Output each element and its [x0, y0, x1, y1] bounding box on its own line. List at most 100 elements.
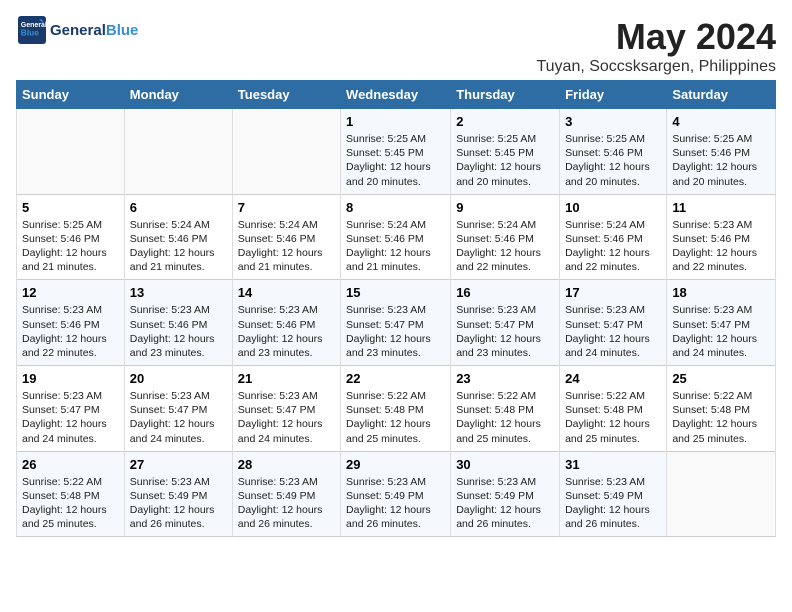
- calendar-cell: 1 Sunrise: 5:25 AMSunset: 5:45 PMDaylight…: [341, 109, 451, 195]
- cell-info: Sunrise: 5:23 AMSunset: 5:49 PMDaylight:…: [456, 475, 554, 532]
- cell-info: Sunrise: 5:25 AMSunset: 5:46 PMDaylight:…: [22, 218, 119, 275]
- weekday-header-sunday: Sunday: [17, 81, 125, 109]
- calendar-cell: 10 Sunrise: 5:24 AMSunset: 5:46 PMDayligh…: [560, 194, 667, 280]
- day-number: 20: [130, 371, 227, 386]
- calendar-cell: 9 Sunrise: 5:24 AMSunset: 5:46 PMDaylight…: [451, 194, 560, 280]
- day-number: 5: [22, 200, 119, 215]
- day-number: 27: [130, 457, 227, 472]
- calendar-cell: 25 Sunrise: 5:22 AMSunset: 5:48 PMDayligh…: [667, 366, 776, 452]
- calendar-cell: 26 Sunrise: 5:22 AMSunset: 5:48 PMDayligh…: [17, 451, 125, 537]
- calendar-cell: [232, 109, 340, 195]
- cell-info: Sunrise: 5:22 AMSunset: 5:48 PMDaylight:…: [22, 475, 119, 532]
- calendar-cell: 19 Sunrise: 5:23 AMSunset: 5:47 PMDayligh…: [17, 366, 125, 452]
- calendar-cell: 17Sunrise: 5:23 AMSunset: 5:47 PMDayligh…: [560, 280, 667, 366]
- day-number: 14: [238, 285, 335, 300]
- calendar-cell: 28Sunrise: 5:23 AMSunset: 5:49 PMDayligh…: [232, 451, 340, 537]
- day-number: 29: [346, 457, 445, 472]
- calendar-week-row: 26 Sunrise: 5:22 AMSunset: 5:48 PMDayligh…: [17, 451, 776, 537]
- weekday-header-saturday: Saturday: [667, 81, 776, 109]
- day-number: 8: [346, 200, 445, 215]
- calendar-cell: 8 Sunrise: 5:24 AMSunset: 5:46 PMDaylight…: [341, 194, 451, 280]
- calendar-cell: 18 Sunrise: 5:23 AMSunset: 5:47 PMDayligh…: [667, 280, 776, 366]
- calendar-cell: 27 Sunrise: 5:23 AMSunset: 5:49 PMDayligh…: [124, 451, 232, 537]
- calendar-cell: 7Sunrise: 5:24 AMSunset: 5:46 PMDaylight…: [232, 194, 340, 280]
- calendar-cell: 6 Sunrise: 5:24 AMSunset: 5:46 PMDaylight…: [124, 194, 232, 280]
- day-number: 9: [456, 200, 554, 215]
- day-number: 26: [22, 457, 119, 472]
- weekday-header-monday: Monday: [124, 81, 232, 109]
- cell-info: Sunrise: 5:23 AMSunset: 5:47 PMDaylight:…: [672, 303, 770, 360]
- calendar-table: SundayMondayTuesdayWednesdayThursdayFrid…: [16, 80, 776, 537]
- calendar-cell: 15 Sunrise: 5:23 AMSunset: 5:47 PMDayligh…: [341, 280, 451, 366]
- cell-info: Sunrise: 5:25 AMSunset: 5:46 PMDaylight:…: [565, 132, 661, 189]
- calendar-cell: 30Sunrise: 5:23 AMSunset: 5:49 PMDayligh…: [451, 451, 560, 537]
- calendar-cell: 23 Sunrise: 5:22 AMSunset: 5:48 PMDayligh…: [451, 366, 560, 452]
- calendar-week-row: 5 Sunrise: 5:25 AMSunset: 5:46 PMDaylight…: [17, 194, 776, 280]
- calendar-week-row: 12 Sunrise: 5:23 AMSunset: 5:46 PMDayligh…: [17, 280, 776, 366]
- day-number: 4: [672, 114, 770, 129]
- day-number: 21: [238, 371, 335, 386]
- title-area: May 2024 Tuyan, Soccsksargen, Philippine…: [536, 16, 776, 76]
- day-number: 12: [22, 285, 119, 300]
- cell-info: Sunrise: 5:22 AMSunset: 5:48 PMDaylight:…: [672, 389, 770, 446]
- day-number: 15: [346, 285, 445, 300]
- svg-text:Blue: Blue: [21, 28, 39, 38]
- cell-info: Sunrise: 5:24 AMSunset: 5:46 PMDaylight:…: [238, 218, 335, 275]
- cell-info: Sunrise: 5:23 AMSunset: 5:49 PMDaylight:…: [130, 475, 227, 532]
- calendar-week-row: 19 Sunrise: 5:23 AMSunset: 5:47 PMDayligh…: [17, 366, 776, 452]
- cell-info: Sunrise: 5:25 AMSunset: 5:45 PMDaylight:…: [346, 132, 445, 189]
- cell-info: Sunrise: 5:22 AMSunset: 5:48 PMDaylight:…: [346, 389, 445, 446]
- calendar-cell: 29Sunrise: 5:23 AMSunset: 5:49 PMDayligh…: [341, 451, 451, 537]
- cell-info: Sunrise: 5:24 AMSunset: 5:46 PMDaylight:…: [346, 218, 445, 275]
- calendar-cell: 3Sunrise: 5:25 AMSunset: 5:46 PMDaylight…: [560, 109, 667, 195]
- calendar-week-row: 1 Sunrise: 5:25 AMSunset: 5:45 PMDaylight…: [17, 109, 776, 195]
- weekday-header-row: SundayMondayTuesdayWednesdayThursdayFrid…: [17, 81, 776, 109]
- cell-info: Sunrise: 5:22 AMSunset: 5:48 PMDaylight:…: [565, 389, 661, 446]
- cell-info: Sunrise: 5:24 AMSunset: 5:46 PMDaylight:…: [456, 218, 554, 275]
- calendar-cell: 24Sunrise: 5:22 AMSunset: 5:48 PMDayligh…: [560, 366, 667, 452]
- cell-info: Sunrise: 5:25 AMSunset: 5:45 PMDaylight:…: [456, 132, 554, 189]
- cell-info: Sunrise: 5:23 AMSunset: 5:47 PMDaylight:…: [130, 389, 227, 446]
- day-number: 28: [238, 457, 335, 472]
- cell-info: Sunrise: 5:23 AMSunset: 5:47 PMDaylight:…: [22, 389, 119, 446]
- calendar-cell: 4 Sunrise: 5:25 AMSunset: 5:46 PMDaylight…: [667, 109, 776, 195]
- cell-info: Sunrise: 5:23 AMSunset: 5:47 PMDaylight:…: [346, 303, 445, 360]
- calendar-cell: [124, 109, 232, 195]
- day-number: 25: [672, 371, 770, 386]
- calendar-cell: 2 Sunrise: 5:25 AMSunset: 5:45 PMDaylight…: [451, 109, 560, 195]
- cell-info: Sunrise: 5:24 AMSunset: 5:46 PMDaylight:…: [565, 218, 661, 275]
- day-number: 18: [672, 285, 770, 300]
- cell-info: Sunrise: 5:25 AMSunset: 5:46 PMDaylight:…: [672, 132, 770, 189]
- calendar-cell: 31Sunrise: 5:23 AMSunset: 5:49 PMDayligh…: [560, 451, 667, 537]
- calendar-cell: 16Sunrise: 5:23 AMSunset: 5:47 PMDayligh…: [451, 280, 560, 366]
- day-number: 17: [565, 285, 661, 300]
- logo: General Blue GeneralBlue: [16, 16, 138, 44]
- calendar-cell: 12Sunrise: 5:23 AMSunset: 5:46 PMDayligh…: [17, 280, 125, 366]
- location: Tuyan, Soccsksargen, Philippines: [536, 58, 776, 76]
- day-number: 2: [456, 114, 554, 129]
- cell-info: Sunrise: 5:23 AMSunset: 5:46 PMDaylight:…: [238, 303, 335, 360]
- calendar-cell: [17, 109, 125, 195]
- cell-info: Sunrise: 5:23 AMSunset: 5:46 PMDaylight:…: [130, 303, 227, 360]
- day-number: 19: [22, 371, 119, 386]
- calendar-cell: 13 Sunrise: 5:23 AMSunset: 5:46 PMDayligh…: [124, 280, 232, 366]
- calendar-cell: 20 Sunrise: 5:23 AMSunset: 5:47 PMDayligh…: [124, 366, 232, 452]
- day-number: 22: [346, 371, 445, 386]
- day-number: 11: [672, 200, 770, 215]
- calendar-cell: 21 Sunrise: 5:23 AMSunset: 5:47 PMDayligh…: [232, 366, 340, 452]
- logo-icon: General Blue: [18, 16, 46, 44]
- cell-info: Sunrise: 5:23 AMSunset: 5:46 PMDaylight:…: [672, 218, 770, 275]
- cell-info: Sunrise: 5:22 AMSunset: 5:48 PMDaylight:…: [456, 389, 554, 446]
- day-number: 13: [130, 285, 227, 300]
- cell-info: Sunrise: 5:23 AMSunset: 5:47 PMDaylight:…: [238, 389, 335, 446]
- page-header: General Blue GeneralBlue May 2024 Tuyan,…: [16, 16, 776, 76]
- weekday-header-thursday: Thursday: [451, 81, 560, 109]
- calendar-cell: 5 Sunrise: 5:25 AMSunset: 5:46 PMDaylight…: [17, 194, 125, 280]
- day-number: 10: [565, 200, 661, 215]
- day-number: 6: [130, 200, 227, 215]
- day-number: 1: [346, 114, 445, 129]
- cell-info: Sunrise: 5:24 AMSunset: 5:46 PMDaylight:…: [130, 218, 227, 275]
- day-number: 23: [456, 371, 554, 386]
- cell-info: Sunrise: 5:23 AMSunset: 5:49 PMDaylight:…: [565, 475, 661, 532]
- weekday-header-wednesday: Wednesday: [341, 81, 451, 109]
